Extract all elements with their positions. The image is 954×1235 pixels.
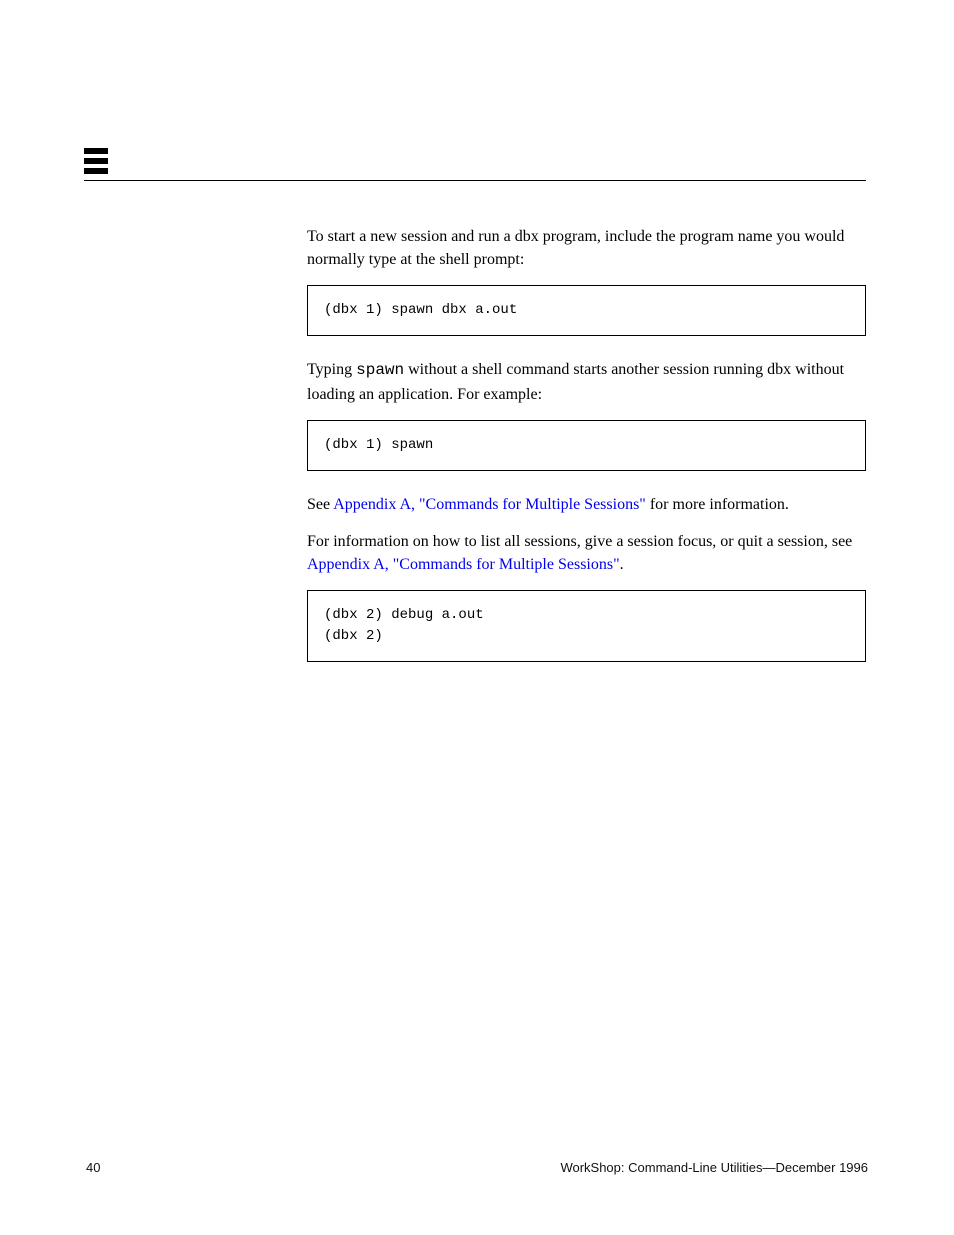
page-number: 40	[86, 1160, 100, 1175]
doc-title-footer: WorkShop: Command-Line Utilities—Decembe…	[560, 1160, 868, 1175]
code-example-3-line1: (dbx 2) debug a.out	[324, 605, 849, 626]
inline-code-spawn: spawn	[356, 361, 404, 379]
page: 6 To start a new session and run a dbx p…	[0, 0, 954, 1235]
code-example-3: (dbx 2) debug a.out (dbx 2)	[307, 590, 866, 662]
header-rule	[84, 180, 866, 181]
paragraph-4: For information on how to list all sessi…	[307, 530, 866, 576]
paragraph-1: To start a new session and run a dbx pro…	[307, 225, 866, 271]
code-example-1-text: (dbx 1) spawn dbx a.out	[324, 302, 517, 318]
main-content: To start a new session and run a dbx pro…	[307, 225, 866, 684]
code-example-1: (dbx 1) spawn dbx a.out	[307, 285, 866, 336]
paragraph-2: Typing spawn without a shell command sta…	[307, 358, 866, 405]
paragraph-1-text: To start a new session and run a dbx pro…	[307, 228, 844, 268]
appendix-link-2-text: Appendix A, "Commands for Multiple Sessi…	[307, 556, 620, 573]
paragraph-4-text-b: .	[620, 556, 624, 573]
paragraph-4-text-a: For information on how to list all sessi…	[307, 533, 852, 550]
paragraph-2-text-a: Typing	[307, 361, 356, 378]
code-example-2: (dbx 1) spawn	[307, 420, 866, 471]
chapter-bars-icon	[84, 148, 866, 174]
appendix-link-2[interactable]: Appendix A, "Commands for Multiple Sessi…	[307, 556, 620, 573]
code-example-2-text: (dbx 1) spawn	[324, 437, 433, 453]
paragraph-3-text-a: See	[307, 496, 333, 513]
appendix-link-1[interactable]: Appendix A, "Commands for Multiple Sessi…	[333, 496, 646, 513]
code-example-3-line2: (dbx 2)	[324, 626, 849, 647]
chapter-number: 6	[114, 151, 123, 169]
chapter-indicator: 6	[84, 148, 866, 174]
paragraph-3-text-b: for more information.	[646, 496, 789, 513]
paragraph-3: See Appendix A, "Commands for Multiple S…	[307, 493, 866, 516]
appendix-link-1-text: Appendix A, "Commands for Multiple Sessi…	[333, 496, 646, 513]
